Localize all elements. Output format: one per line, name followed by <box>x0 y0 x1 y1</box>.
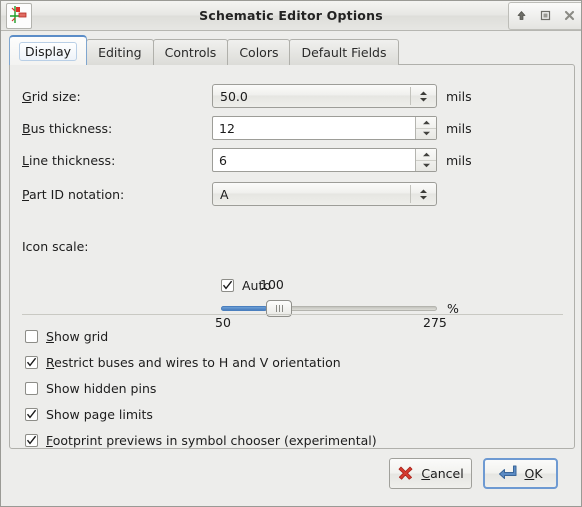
checkbox-auto[interactable]: Auto <box>221 278 271 293</box>
checkbox-show-grid[interactable]: Show grid <box>25 329 108 344</box>
tab-editing-label: Editing <box>98 45 142 60</box>
checkbox-box <box>25 330 38 343</box>
checkbox-restrict-buses-and-wires[interactable]: Restrict buses and wires to H and V orie… <box>25 355 341 370</box>
part-id-notation-label: Part ID notation: <box>22 186 125 202</box>
stepper-up-icon[interactable] <box>416 149 436 161</box>
combo-separator <box>410 185 411 203</box>
shade-button[interactable] <box>509 4 533 28</box>
bus-thickness-row: Bus thickness: 12 mils <box>22 116 472 140</box>
checkbox-show-hidden-pins[interactable]: Show hidden pins <box>25 381 156 396</box>
ok-button[interactable]: OK <box>483 458 558 489</box>
icon-scale-label: Icon scale: <box>22 239 89 254</box>
display-tab-panel: Grid size: 50.0 mils Bus thickness: 12 m… <box>9 64 575 449</box>
stepper-down-icon[interactable] <box>416 161 436 172</box>
line-thickness-label: Line thickness: <box>22 152 116 168</box>
window-title: Schematic Editor Options <box>199 8 383 23</box>
line-thickness-stepper[interactable] <box>415 149 436 171</box>
line-thickness-spinbox[interactable]: 6 <box>212 148 437 172</box>
cancel-button-label: Cancel <box>421 466 464 481</box>
checkbox-show-page-limits-label: Show page limits <box>46 407 153 422</box>
slider-track-fill <box>221 306 267 311</box>
tab-editing[interactable]: Editing <box>86 39 154 65</box>
title-bar: Schematic Editor Options <box>1 1 581 31</box>
dialog-button-bar: Cancel OK <box>1 458 581 498</box>
cancel-button[interactable]: Cancel <box>389 458 472 489</box>
ok-button-label: OK <box>524 466 543 481</box>
checkbox-box <box>25 434 38 447</box>
bus-thickness-value: 12 <box>219 120 235 136</box>
check-icon <box>26 435 37 445</box>
combo-separator <box>410 87 411 105</box>
maximize-button[interactable] <box>533 4 557 28</box>
chevron-updown-icon <box>411 90 436 103</box>
grid-size-unit: mils <box>446 88 472 104</box>
part-id-notation-row: Part ID notation: A <box>22 182 437 206</box>
tab-default-fields-label: Default Fields <box>301 45 387 60</box>
grid-size-row: Grid size: 50.0 mils <box>22 84 472 108</box>
checkbox-show-page-limits[interactable]: Show page limits <box>25 407 153 422</box>
bus-thickness-stepper[interactable] <box>415 117 436 139</box>
close-button[interactable] <box>557 4 581 28</box>
auto-checkbox-row[interactable]: Auto <box>221 278 271 293</box>
checkbox-auto-label: Auto <box>242 278 272 293</box>
tab-display[interactable]: Display <box>9 35 88 65</box>
bus-thickness-label: Bus thickness: <box>22 120 113 136</box>
checkbox-restrict-buses-label: Restrict buses and wires to H and V orie… <box>46 355 341 370</box>
checkbox-restrict-buses-row[interactable]: Restrict buses and wires to H and V orie… <box>25 355 341 370</box>
checkbox-footprint-previews-label: Footprint previews in symbol chooser (ex… <box>46 433 377 448</box>
tab-display-label: Display <box>19 41 78 61</box>
grid-size-combobox[interactable]: 50.0 <box>212 84 437 108</box>
tab-controls-label: Controls <box>164 45 217 60</box>
checkbox-box <box>25 408 38 421</box>
checkbox-show-hidden-pins-row[interactable]: Show hidden pins <box>25 381 156 396</box>
part-id-notation-value: A <box>220 186 229 202</box>
check-icon <box>26 357 37 367</box>
section-divider <box>22 314 563 315</box>
checkbox-box <box>221 279 234 292</box>
checkbox-footprint-previews-row[interactable]: Footprint previews in symbol chooser (ex… <box>25 433 377 448</box>
checkbox-show-grid-row[interactable]: Show grid <box>25 329 108 344</box>
check-icon <box>26 409 37 419</box>
bus-thickness-spinbox[interactable]: 12 <box>212 116 437 140</box>
tab-controls[interactable]: Controls <box>152 39 229 65</box>
grid-size-value: 50.0 <box>220 88 248 104</box>
checkbox-show-hidden-pins-label: Show hidden pins <box>46 381 157 396</box>
tab-colors[interactable]: Colors <box>227 39 291 65</box>
checkbox-footprint-previews[interactable]: Footprint previews in symbol chooser (ex… <box>25 433 377 448</box>
tab-strip: Display Editing Controls Colors Default … <box>9 35 399 65</box>
tab-default-fields[interactable]: Default Fields <box>289 39 399 65</box>
stepper-up-icon[interactable] <box>416 117 436 129</box>
red-x-icon <box>397 464 414 484</box>
line-thickness-row: Line thickness: 6 mils <box>22 148 472 172</box>
part-id-notation-combobox[interactable]: A <box>212 182 437 206</box>
chevron-updown-icon <box>411 188 436 201</box>
app-icon <box>6 2 32 29</box>
checkbox-show-grid-label: Show grid <box>46 329 109 344</box>
checkbox-box <box>25 356 38 369</box>
icon-scale-label-row: Icon scale: <box>22 239 89 254</box>
window-controls <box>508 1 581 30</box>
stepper-down-icon[interactable] <box>416 129 436 140</box>
tab-colors-label: Colors <box>239 45 279 60</box>
line-thickness-value: 6 <box>219 152 227 168</box>
checkbox-box <box>25 382 38 395</box>
checkbox-show-page-limits-row[interactable]: Show page limits <box>25 407 153 422</box>
icon-scale-min: 50 <box>215 315 231 330</box>
icon-scale-max: 275 <box>423 315 447 330</box>
grid-size-label: Grid size: <box>22 88 81 104</box>
check-icon <box>222 280 233 290</box>
schematic-editor-options-dialog: Schematic Editor Options Display Editing… <box>0 0 582 507</box>
line-thickness-unit: mils <box>446 152 472 168</box>
blue-enter-arrow-icon <box>498 464 517 484</box>
bus-thickness-unit: mils <box>446 120 472 136</box>
icon-scale-slider[interactable] <box>221 300 437 317</box>
